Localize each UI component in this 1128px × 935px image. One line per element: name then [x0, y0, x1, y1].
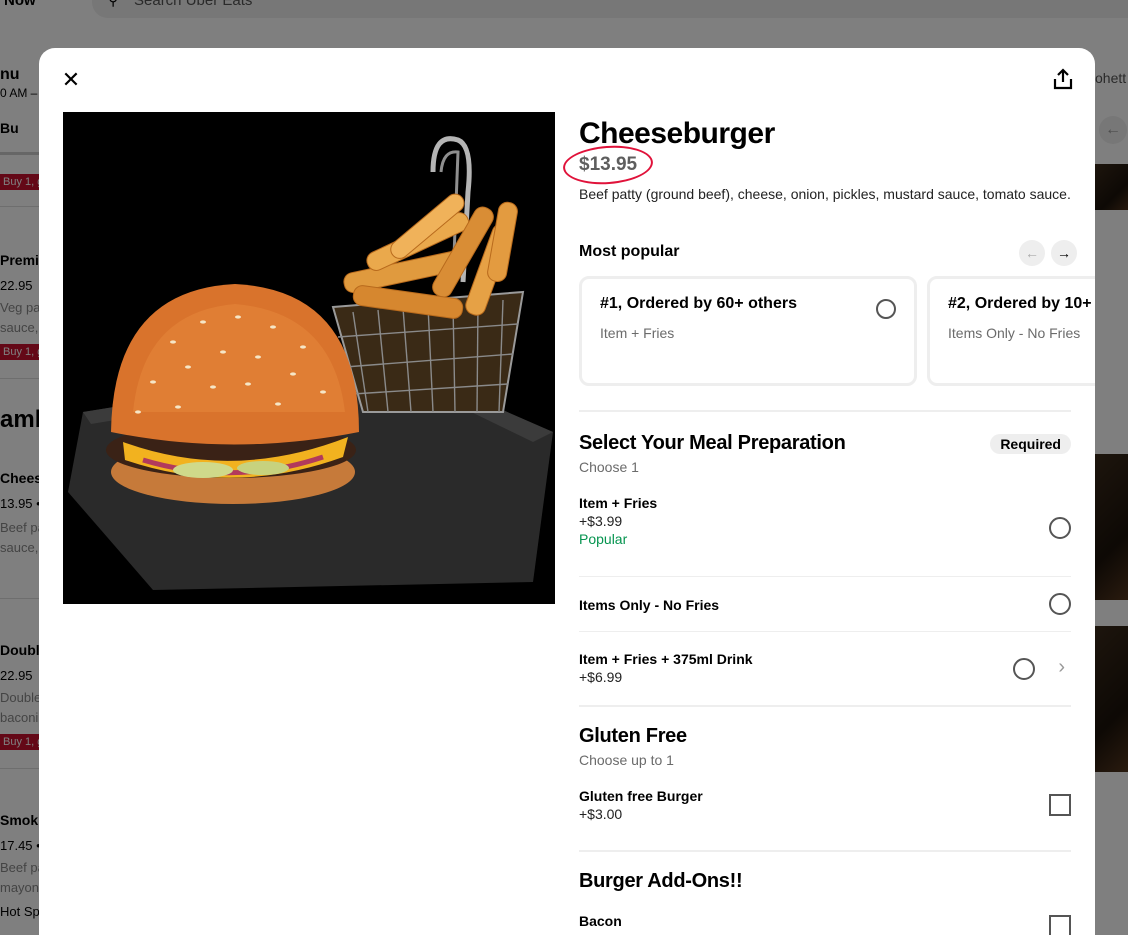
section-title: Burger Add-Ons!! [579, 870, 743, 892]
arrow-left-icon[interactable]: ← [1019, 240, 1045, 266]
most-popular-title: Most popular [579, 243, 680, 260]
option-label: Items Only - No Fries [579, 597, 720, 613]
meal-preparation-section: Select Your Meal Preparation Choose 1 Re… [579, 412, 1071, 705]
option-price: +$3.99 [579, 513, 623, 529]
burger-addons-section: Burger Add-Ons!! Bacon [579, 852, 1071, 935]
radio-button[interactable] [1049, 593, 1071, 615]
most-popular-header: Most popular ← → [579, 240, 1077, 266]
popular-card-title: #2, Ordered by 10+ o [948, 295, 1095, 312]
radio-button[interactable] [876, 299, 896, 319]
checkbox[interactable] [1049, 794, 1071, 816]
option-label: Bacon [579, 913, 622, 929]
arrow-right-icon[interactable]: → [1051, 240, 1077, 266]
product-image [63, 112, 555, 604]
option-bacon[interactable]: Bacon [579, 893, 1071, 935]
option-item-fries-drink[interactable]: Item + Fries + 375ml Drink +$6.99 › [579, 632, 1071, 705]
popular-card[interactable]: #2, Ordered by 10+ o Items Only - No Fri… [927, 276, 1095, 386]
required-badge: Required [990, 434, 1071, 454]
section-title: Gluten Free [579, 725, 687, 747]
price-annotation-circle [561, 142, 655, 188]
popular-cards-carousel: #1, Ordered by 60+ others Item + Fries #… [579, 276, 1095, 386]
radio-button[interactable] [1013, 658, 1035, 680]
chevron-right-icon[interactable]: › [1058, 656, 1065, 679]
gluten-free-section: Gluten Free Choose up to 1 Gluten free B… [579, 707, 1071, 850]
option-price: +$6.99 [579, 669, 623, 685]
price-container: $13.95 [561, 142, 655, 188]
item-description: Beef patty (ground beef), cheese, onion,… [579, 186, 1071, 202]
checkbox[interactable] [1049, 915, 1071, 935]
item-detail-modal: ✕ Cheeseburger $13.95 Beef patty (ground… [39, 48, 1095, 935]
radio-button[interactable] [1049, 517, 1071, 539]
section-subtitle: Choose 1 [579, 459, 639, 475]
item-details: Cheeseburger $13.95 Beef patty (ground b… [561, 112, 1095, 935]
share-icon[interactable] [1051, 68, 1075, 92]
option-label: Gluten free Burger [579, 788, 703, 804]
option-label: Item + Fries + 375ml Drink [579, 651, 753, 667]
popular-card[interactable]: #1, Ordered by 60+ others Item + Fries [579, 276, 917, 386]
popular-card-subtitle: Items Only - No Fries [948, 325, 1081, 341]
popular-card-title: #1, Ordered by 60+ others [600, 295, 797, 312]
option-price: +$3.00 [579, 806, 623, 822]
section-subtitle: Choose up to 1 [579, 752, 674, 768]
option-gluten-free-burger[interactable]: Gluten free Burger +$3.00 [579, 768, 1071, 850]
item-title: Cheeseburger [579, 117, 775, 150]
option-items-only[interactable]: Items Only - No Fries [579, 577, 1071, 632]
option-label: Item + Fries [579, 495, 658, 511]
close-icon[interactable]: ✕ [59, 68, 83, 92]
popular-tag: Popular [579, 531, 628, 547]
popular-card-subtitle: Item + Fries [600, 325, 675, 341]
option-item-fries[interactable]: Item + Fries +$3.99 Popular [579, 475, 1071, 577]
